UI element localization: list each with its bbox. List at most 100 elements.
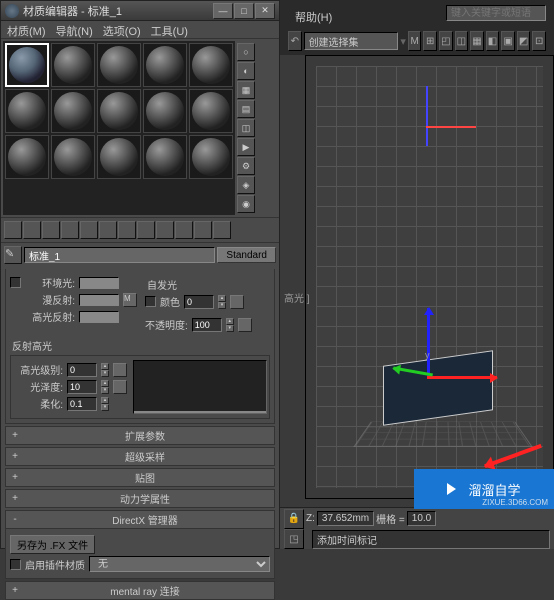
sample-slot[interactable] [51, 43, 95, 87]
sample-slot[interactable] [5, 135, 49, 179]
rollout-directx[interactable]: -DirectX 管理器 [5, 510, 275, 529]
go-parent-button[interactable] [194, 221, 212, 239]
close-button[interactable]: ✕ [255, 3, 275, 19]
z-value-field[interactable]: 37.652mm [317, 511, 374, 526]
sample-slot[interactable] [97, 135, 141, 179]
sample-slot[interactable] [189, 135, 233, 179]
sample-slot[interactable] [5, 43, 49, 87]
tool-btn-1[interactable]: M [408, 31, 422, 51]
minimize-button[interactable]: — [213, 3, 233, 19]
tool-btn-2[interactable]: ⊞ [423, 31, 437, 51]
tool-btn-8[interactable]: ◩ [517, 31, 531, 51]
backlight-button[interactable]: ◐ [237, 62, 255, 80]
uv-tile-button[interactable]: ▤ [237, 100, 255, 118]
tool-btn-7[interactable]: ▣ [501, 31, 515, 51]
material-type-button[interactable]: Standard [217, 247, 276, 263]
main-top-area: 帮助(H) ↶ ▾ M ⊞ ◰ ◫ ▦ ◧ ▣ ◩ ⊡ [280, 0, 554, 55]
sample-slot[interactable] [97, 43, 141, 87]
make-copy-button[interactable] [80, 221, 98, 239]
spec-level-spinner[interactable] [67, 363, 97, 377]
background-button[interactable]: ▦ [237, 81, 255, 99]
self-illum-spinner[interactable] [184, 295, 214, 309]
self-illum-color-checkbox[interactable] [145, 296, 156, 307]
spinner-arrows-icon[interactable]: ▴▾ [101, 380, 109, 394]
go-forward-button[interactable] [213, 221, 231, 239]
selected-plane-object[interactable]: y [383, 358, 513, 438]
ambient-swatch[interactable] [79, 277, 119, 289]
rollout-maps[interactable]: +贴图 [5, 468, 275, 487]
sample-slot[interactable] [143, 135, 187, 179]
menu-material[interactable]: 材质(M) [7, 23, 46, 36]
get-material-button[interactable] [4, 221, 22, 239]
tool-btn-4[interactable]: ◫ [455, 31, 469, 51]
diffuse-swatch[interactable] [79, 294, 119, 306]
specular-swatch[interactable] [79, 311, 119, 323]
sample-slot[interactable] [51, 89, 95, 133]
sample-slot[interactable] [143, 43, 187, 87]
material-editor-window: 材质编辑器 - 标准_1 — □ ✕ 材质(M) 导航(N) 选项(O) 工具(… [0, 0, 280, 549]
self-illum-map-button[interactable] [230, 295, 244, 309]
spinner-arrows-icon[interactable]: ▴▾ [101, 397, 109, 411]
show-in-viewport-button[interactable] [156, 221, 174, 239]
selection-set-combo[interactable] [304, 32, 399, 50]
soften-spinner[interactable] [67, 397, 97, 411]
show-end-result-button[interactable] [175, 221, 193, 239]
sample-slot[interactable] [5, 89, 49, 133]
put-to-lib-button[interactable] [118, 221, 136, 239]
spinner-arrows-icon[interactable]: ▴▾ [218, 295, 226, 309]
spec-level-label: 高光级别: [13, 362, 63, 377]
tool-btn-9[interactable]: ⊡ [532, 31, 546, 51]
viewport[interactable]: y [305, 55, 554, 499]
rollout-mentalray[interactable]: +mental ray 连接 [5, 581, 275, 600]
material-id-button[interactable] [137, 221, 155, 239]
opacity-spinner[interactable] [192, 318, 222, 332]
opacity-map-button[interactable] [238, 318, 252, 332]
gloss-map-button[interactable] [113, 380, 127, 394]
gizmo-x-axis[interactable] [427, 376, 497, 379]
rollout-extended[interactable]: +扩展参数 [5, 426, 275, 445]
select-by-mat-button[interactable]: ◈ [237, 176, 255, 194]
menu-navigate[interactable]: 导航(N) [56, 23, 93, 36]
keyword-search-input[interactable] [446, 5, 546, 21]
sample-slot[interactable] [97, 89, 141, 133]
undo-button[interactable]: ↶ [288, 31, 302, 51]
menu-help[interactable]: 帮助(H) [295, 9, 332, 25]
menu-options[interactable]: 选项(O) [103, 23, 141, 36]
assign-to-sel-button[interactable] [42, 221, 60, 239]
video-check-button[interactable]: ◫ [237, 119, 255, 137]
rollout-supersample[interactable]: +超级采样 [5, 447, 275, 466]
material-map-nav-button[interactable]: ◉ [237, 195, 255, 213]
tool-btn-5[interactable]: ▦ [470, 31, 484, 51]
eyedropper-icon[interactable]: ✎ [4, 246, 22, 264]
plugin-material-combo[interactable]: 无 [89, 556, 270, 572]
rollout-dynamics[interactable]: +动力学属性 [5, 489, 275, 508]
titlebar[interactable]: 材质编辑器 - 标准_1 — □ ✕ [1, 1, 279, 21]
reset-button[interactable] [61, 221, 79, 239]
put-to-scene-button[interactable] [23, 221, 41, 239]
enable-plugin-checkbox[interactable] [10, 559, 21, 570]
maximize-button[interactable]: □ [234, 3, 254, 19]
add-time-tag-field[interactable]: 添加时间标记 [312, 530, 550, 549]
time-config-icon[interactable]: ◳ [284, 529, 304, 549]
diffuse-map-button[interactable]: M [123, 293, 137, 307]
ambient-lock-icon[interactable] [10, 277, 21, 288]
sample-slot[interactable] [189, 43, 233, 87]
menu-tools[interactable]: 工具(U) [151, 23, 188, 36]
save-fx-button[interactable]: 另存为 .FX 文件 [10, 535, 95, 554]
spec-level-map-button[interactable] [113, 363, 127, 377]
tool-btn-3[interactable]: ◰ [439, 31, 453, 51]
gloss-spinner[interactable] [67, 380, 97, 394]
sample-type-button[interactable]: ○ [237, 43, 255, 61]
spinner-arrows-icon[interactable]: ▴▾ [101, 363, 109, 377]
make-unique-button[interactable] [99, 221, 117, 239]
material-name-input[interactable] [24, 247, 215, 263]
sample-slot[interactable] [189, 89, 233, 133]
preview-button[interactable]: ▶ [237, 138, 255, 156]
spinner-arrows-icon[interactable]: ▴▾ [226, 318, 234, 332]
status-lock-icon[interactable]: 🔒 [284, 509, 304, 529]
sample-slot[interactable] [51, 135, 95, 179]
gizmo-z-axis[interactable] [427, 308, 430, 378]
options-button[interactable]: ⚙ [237, 157, 255, 175]
tool-btn-6[interactable]: ◧ [486, 31, 500, 51]
sample-slot[interactable] [143, 89, 187, 133]
